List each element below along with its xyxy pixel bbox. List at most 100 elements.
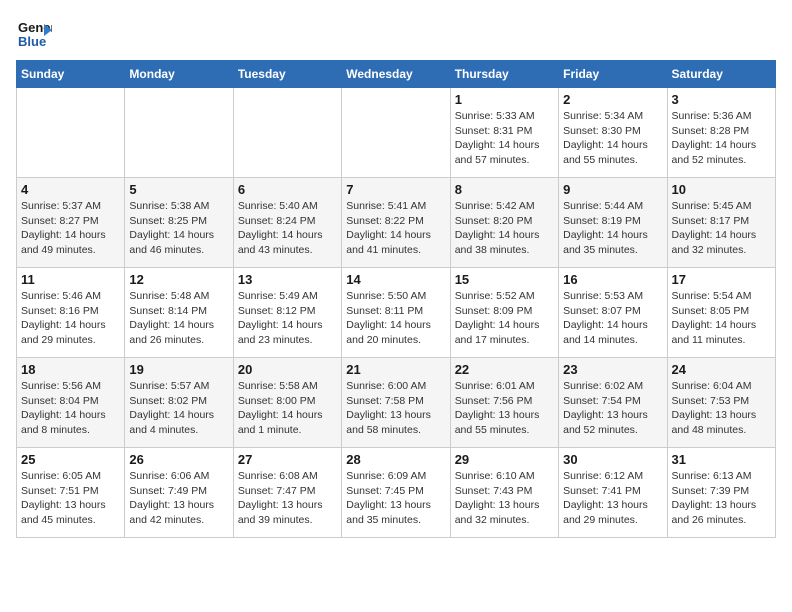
calendar-cell: 13Sunrise: 5:49 AM Sunset: 8:12 PM Dayli… (233, 268, 341, 358)
day-detail: Sunrise: 6:01 AM Sunset: 7:56 PM Dayligh… (455, 379, 554, 438)
calendar-cell: 2 Sunrise: 5:34 AM Sunset: 8:30 PM Daylig… (559, 88, 667, 178)
day-detail: Sunrise: 6:02 AM Sunset: 7:54 PM Dayligh… (563, 379, 662, 438)
calendar-cell: 9 Sunrise: 5:44 AM Sunset: 8:19 PM Daylig… (559, 178, 667, 268)
calendar-cell: 1 Sunrise: 5:33 AM Sunset: 8:31 PM Daylig… (450, 88, 558, 178)
day-number: 7 (346, 182, 445, 197)
day-number: 30 (563, 452, 662, 467)
calendar-week-5: 25Sunrise: 6:05 AM Sunset: 7:51 PM Dayli… (17, 448, 776, 538)
logo: General Blue (16, 16, 56, 52)
calendar-cell: 24 Sunrise: 6:04 AM Sunset: 7:53 PM Dayli… (667, 358, 775, 448)
day-detail: Sunrise: 6:13 AM Sunset: 7:39 PM Dayligh… (672, 469, 771, 528)
day-detail: Sunrise: 5:34 AM Sunset: 8:30 PM Dayligh… (563, 109, 662, 168)
day-detail: Sunrise: 5:45 AM Sunset: 8:17 PM Dayligh… (672, 199, 771, 258)
calendar-cell: 25Sunrise: 6:05 AM Sunset: 7:51 PM Dayli… (17, 448, 125, 538)
day-detail: Sunrise: 6:10 AM Sunset: 7:43 PM Dayligh… (455, 469, 554, 528)
day-detail: Sunrise: 5:44 AM Sunset: 8:19 PM Dayligh… (563, 199, 662, 258)
day-detail: Sunrise: 5:38 AM Sunset: 8:25 PM Dayligh… (129, 199, 228, 258)
weekday-header-friday: Friday (559, 61, 667, 88)
day-number: 6 (238, 182, 337, 197)
weekday-header-monday: Monday (125, 61, 233, 88)
day-detail: Sunrise: 5:42 AM Sunset: 8:20 PM Dayligh… (455, 199, 554, 258)
day-number: 14 (346, 272, 445, 287)
day-detail: Sunrise: 5:33 AM Sunset: 8:31 PM Dayligh… (455, 109, 554, 168)
day-detail: Sunrise: 5:52 AM Sunset: 8:09 PM Dayligh… (455, 289, 554, 348)
calendar-cell: 17 Sunrise: 5:54 AM Sunset: 8:05 PM Dayli… (667, 268, 775, 358)
day-detail: Sunrise: 5:36 AM Sunset: 8:28 PM Dayligh… (672, 109, 771, 168)
calendar-cell: 15 Sunrise: 5:52 AM Sunset: 8:09 PM Dayli… (450, 268, 558, 358)
day-number: 17 (672, 272, 771, 287)
day-number: 29 (455, 452, 554, 467)
day-number: 1 (455, 92, 554, 107)
day-detail: Sunrise: 6:06 AM Sunset: 7:49 PM Dayligh… (129, 469, 228, 528)
calendar-cell: 31 Sunrise: 6:13 AM Sunset: 7:39 PM Dayli… (667, 448, 775, 538)
day-number: 16 (563, 272, 662, 287)
day-number: 12 (129, 272, 228, 287)
calendar-cell: 30Sunrise: 6:12 AM Sunset: 7:41 PM Dayli… (559, 448, 667, 538)
day-detail: Sunrise: 5:37 AM Sunset: 8:27 PM Dayligh… (21, 199, 120, 258)
weekday-header-wednesday: Wednesday (342, 61, 450, 88)
day-number: 8 (455, 182, 554, 197)
day-detail: Sunrise: 6:08 AM Sunset: 7:47 PM Dayligh… (238, 469, 337, 528)
day-number: 19 (129, 362, 228, 377)
day-number: 13 (238, 272, 337, 287)
day-detail: Sunrise: 5:56 AM Sunset: 8:04 PM Dayligh… (21, 379, 120, 438)
calendar-cell (342, 88, 450, 178)
day-detail: Sunrise: 5:50 AM Sunset: 8:11 PM Dayligh… (346, 289, 445, 348)
calendar-cell: 5Sunrise: 5:38 AM Sunset: 8:25 PM Daylig… (125, 178, 233, 268)
day-detail: Sunrise: 5:53 AM Sunset: 8:07 PM Dayligh… (563, 289, 662, 348)
calendar-cell: 23 Sunrise: 6:02 AM Sunset: 7:54 PM Dayli… (559, 358, 667, 448)
calendar-table: SundayMondayTuesdayWednesdayThursdayFrid… (16, 60, 776, 538)
day-number: 26 (129, 452, 228, 467)
calendar-cell: 8 Sunrise: 5:42 AM Sunset: 8:20 PM Daylig… (450, 178, 558, 268)
day-number: 28 (346, 452, 445, 467)
calendar-cell: 6 Sunrise: 5:40 AM Sunset: 8:24 PM Daylig… (233, 178, 341, 268)
day-detail: Sunrise: 5:54 AM Sunset: 8:05 PM Dayligh… (672, 289, 771, 348)
calendar-week-4: 18 Sunrise: 5:56 AM Sunset: 8:04 PM Dayli… (17, 358, 776, 448)
day-number: 20 (238, 362, 337, 377)
day-number: 4 (21, 182, 120, 197)
calendar-cell (17, 88, 125, 178)
day-number: 10 (672, 182, 771, 197)
day-number: 3 (672, 92, 771, 107)
day-detail: Sunrise: 5:48 AM Sunset: 8:14 PM Dayligh… (129, 289, 228, 348)
calendar-cell (233, 88, 341, 178)
logo-icon: General Blue (16, 16, 52, 52)
calendar-cell: 4 Sunrise: 5:37 AM Sunset: 8:27 PM Daylig… (17, 178, 125, 268)
day-number: 9 (563, 182, 662, 197)
calendar-cell: 21 Sunrise: 6:00 AM Sunset: 7:58 PM Dayli… (342, 358, 450, 448)
day-number: 24 (672, 362, 771, 377)
day-detail: Sunrise: 5:46 AM Sunset: 8:16 PM Dayligh… (21, 289, 120, 348)
weekday-header-tuesday: Tuesday (233, 61, 341, 88)
day-detail: Sunrise: 6:09 AM Sunset: 7:45 PM Dayligh… (346, 469, 445, 528)
calendar-cell: 11 Sunrise: 5:46 AM Sunset: 8:16 PM Dayli… (17, 268, 125, 358)
calendar-body: 1 Sunrise: 5:33 AM Sunset: 8:31 PM Daylig… (17, 88, 776, 538)
day-detail: Sunrise: 6:04 AM Sunset: 7:53 PM Dayligh… (672, 379, 771, 438)
calendar-cell: 12 Sunrise: 5:48 AM Sunset: 8:14 PM Dayli… (125, 268, 233, 358)
calendar-cell: 27 Sunrise: 6:08 AM Sunset: 7:47 PM Dayli… (233, 448, 341, 538)
day-number: 11 (21, 272, 120, 287)
day-detail: Sunrise: 5:58 AM Sunset: 8:00 PM Dayligh… (238, 379, 337, 438)
calendar-cell: 3 Sunrise: 5:36 AM Sunset: 8:28 PM Daylig… (667, 88, 775, 178)
day-number: 15 (455, 272, 554, 287)
calendar-cell: 18 Sunrise: 5:56 AM Sunset: 8:04 PM Dayli… (17, 358, 125, 448)
day-detail: Sunrise: 5:41 AM Sunset: 8:22 PM Dayligh… (346, 199, 445, 258)
calendar-cell: 10 Sunrise: 5:45 AM Sunset: 8:17 PM Dayli… (667, 178, 775, 268)
calendar-week-2: 4 Sunrise: 5:37 AM Sunset: 8:27 PM Daylig… (17, 178, 776, 268)
page-header: General Blue (16, 16, 776, 52)
day-number: 2 (563, 92, 662, 107)
day-number: 27 (238, 452, 337, 467)
day-number: 25 (21, 452, 120, 467)
day-number: 31 (672, 452, 771, 467)
day-number: 23 (563, 362, 662, 377)
calendar-cell: 14 Sunrise: 5:50 AM Sunset: 8:11 PM Dayli… (342, 268, 450, 358)
day-detail: Sunrise: 5:40 AM Sunset: 8:24 PM Dayligh… (238, 199, 337, 258)
calendar-cell: 29 Sunrise: 6:10 AM Sunset: 7:43 PM Dayli… (450, 448, 558, 538)
calendar-week-1: 1 Sunrise: 5:33 AM Sunset: 8:31 PM Daylig… (17, 88, 776, 178)
day-number: 22 (455, 362, 554, 377)
weekday-header-sunday: Sunday (17, 61, 125, 88)
calendar-week-3: 11 Sunrise: 5:46 AM Sunset: 8:16 PM Dayli… (17, 268, 776, 358)
day-detail: Sunrise: 6:00 AM Sunset: 7:58 PM Dayligh… (346, 379, 445, 438)
day-number: 18 (21, 362, 120, 377)
calendar-cell (125, 88, 233, 178)
day-number: 21 (346, 362, 445, 377)
